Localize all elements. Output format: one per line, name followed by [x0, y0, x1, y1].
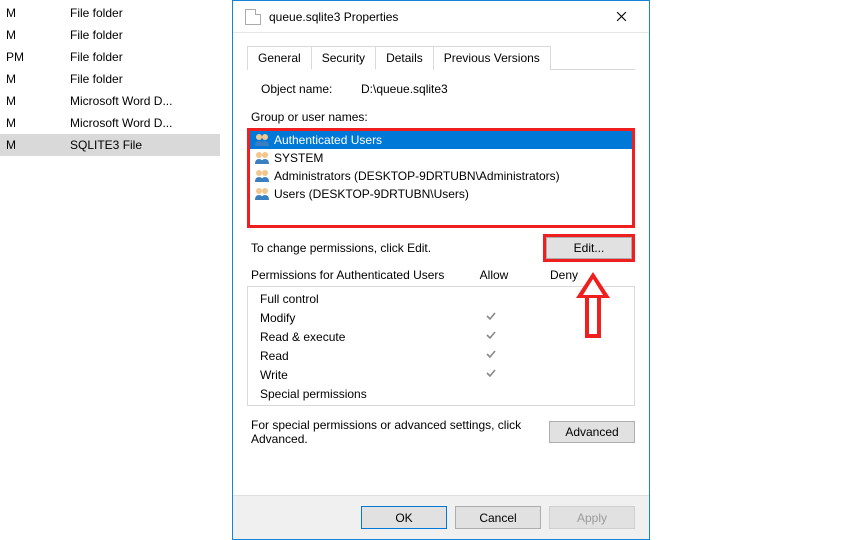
row-time: M — [0, 2, 60, 24]
change-permissions-label: To change permissions, click Edit. — [251, 241, 543, 255]
permissions-list: Full control Modify Read & execute Read Writ… — [247, 286, 635, 406]
explorer-row[interactable]: MFile folder — [0, 68, 220, 90]
allow-mark — [456, 310, 526, 325]
allow-column-label: Allow — [459, 268, 529, 282]
group-user-names-list[interactable]: Authenticated Users SYSTEM Administrators … — [247, 128, 635, 228]
object-path: D:\queue.sqlite3 — [361, 82, 631, 96]
users-group-icon — [254, 169, 270, 183]
tab-strip: GeneralSecurityDetailsPrevious Versions — [247, 45, 635, 70]
allow-mark — [456, 367, 526, 382]
row-type: File folder — [60, 2, 210, 24]
permission-row: Modify — [248, 308, 634, 327]
group-item[interactable]: Users (DESKTOP-9DRTUBN\Users) — [250, 185, 632, 203]
permission-name: Read & execute — [260, 330, 456, 344]
explorer-row[interactable]: MSQLITE3 File — [0, 134, 220, 156]
file-icon — [245, 9, 261, 25]
permission-name: Write — [260, 368, 456, 382]
window-title: queue.sqlite3 Properties — [269, 10, 599, 24]
titlebar: queue.sqlite3 Properties — [233, 1, 649, 33]
permission-row: Read & execute — [248, 327, 634, 346]
explorer-row[interactable]: MMicrosoft Word D... — [0, 90, 220, 112]
row-type: SQLITE3 File — [60, 134, 210, 156]
permission-row: Read — [248, 346, 634, 365]
users-group-icon — [254, 187, 270, 201]
permission-name: Special permissions — [260, 387, 456, 401]
row-time: M — [0, 134, 60, 156]
tab-security[interactable]: Security — [311, 46, 376, 70]
row-type: File folder — [60, 68, 210, 90]
properties-dialog: queue.sqlite3 Properties GeneralSecurity… — [232, 0, 650, 540]
advanced-label: For special permissions or advanced sett… — [251, 418, 549, 446]
row-type: File folder — [60, 46, 210, 68]
explorer-row[interactable]: MFile folder — [0, 2, 220, 24]
row-type: Microsoft Word D... — [60, 112, 210, 134]
permissions-for-label: Permissions for Authenticated Users — [251, 268, 459, 282]
group-item[interactable]: Authenticated Users — [250, 131, 632, 149]
group-name: Administrators (DESKTOP-9DRTUBN\Administ… — [274, 169, 560, 183]
allow-mark — [456, 348, 526, 363]
deny-column-label: Deny — [529, 268, 599, 282]
permission-name: Modify — [260, 311, 456, 325]
permission-name: Full control — [260, 292, 456, 306]
advanced-row: For special permissions or advanced sett… — [247, 418, 635, 446]
row-time: M — [0, 112, 60, 134]
permission-row: Write — [248, 365, 634, 384]
permission-name: Read — [260, 349, 456, 363]
row-time: M — [0, 24, 60, 46]
allow-mark — [456, 329, 526, 344]
tab-details[interactable]: Details — [375, 46, 434, 70]
explorer-file-list: MFile folderMFile folderPMFile folderMFi… — [0, 2, 220, 156]
tab-previous-versions[interactable]: Previous Versions — [433, 46, 551, 70]
object-name-label: Object name: — [261, 82, 361, 96]
row-time: M — [0, 90, 60, 112]
close-button[interactable] — [599, 2, 643, 32]
tab-general[interactable]: General — [247, 46, 312, 70]
dialog-body: GeneralSecurityDetailsPrevious Versions … — [233, 33, 649, 495]
ok-button[interactable]: OK — [361, 506, 447, 529]
explorer-row[interactable]: MMicrosoft Word D... — [0, 112, 220, 134]
permissions-header: Permissions for Authenticated Users Allo… — [247, 268, 635, 286]
cancel-button[interactable]: Cancel — [455, 506, 541, 529]
row-time: M — [0, 68, 60, 90]
permission-row: Special permissions — [248, 384, 634, 403]
explorer-row[interactable]: PMFile folder — [0, 46, 220, 68]
row-type: File folder — [60, 24, 210, 46]
apply-button: Apply — [549, 506, 635, 529]
close-icon — [616, 11, 627, 22]
permission-row: Full control — [248, 289, 634, 308]
advanced-button[interactable]: Advanced — [549, 421, 635, 443]
edit-button[interactable]: Edit... — [546, 237, 632, 259]
users-group-icon — [254, 151, 270, 165]
users-group-icon — [254, 133, 270, 147]
explorer-row[interactable]: MFile folder — [0, 24, 220, 46]
object-name-row: Object name: D:\queue.sqlite3 — [247, 70, 635, 102]
group-name: SYSTEM — [274, 151, 323, 165]
row-time: PM — [0, 46, 60, 68]
edit-permissions-row: To change permissions, click Edit. Edit.… — [247, 228, 635, 268]
dialog-footer: OK Cancel Apply — [233, 495, 649, 539]
row-type: Microsoft Word D... — [60, 90, 210, 112]
group-user-names-label: Group or user names: — [247, 102, 635, 128]
group-name: Users (DESKTOP-9DRTUBN\Users) — [274, 187, 469, 201]
group-item[interactable]: SYSTEM — [250, 149, 632, 167]
group-name: Authenticated Users — [274, 133, 382, 147]
group-item[interactable]: Administrators (DESKTOP-9DRTUBN\Administ… — [250, 167, 632, 185]
edit-button-highlight: Edit... — [543, 234, 635, 262]
